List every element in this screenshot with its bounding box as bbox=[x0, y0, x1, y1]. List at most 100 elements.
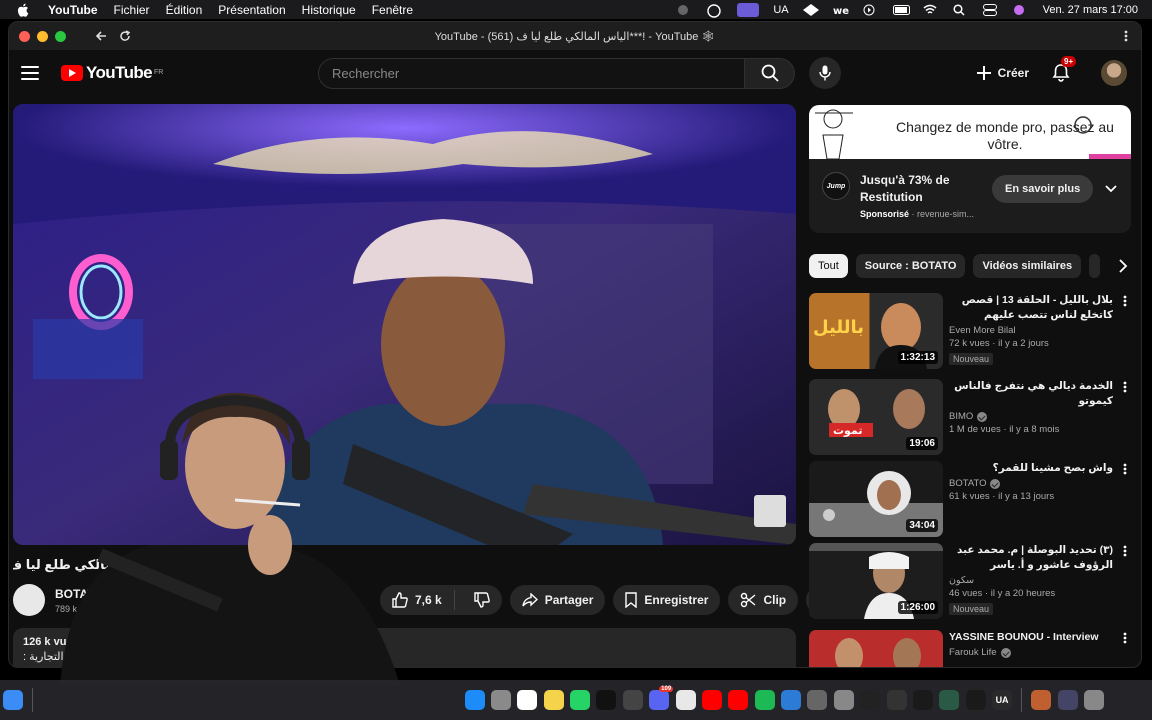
youtube-logo[interactable]: YouTube FR bbox=[61, 63, 163, 83]
siri-icon[interactable] bbox=[1013, 4, 1029, 16]
chip-similar-videos[interactable]: Vidéos similaires bbox=[973, 254, 1082, 278]
apple-menu-icon[interactable] bbox=[16, 3, 30, 17]
chrome-icon[interactable] bbox=[675, 690, 696, 710]
chip-all[interactable]: Tout bbox=[809, 254, 848, 278]
recommendation-channel[interactable]: BIMO bbox=[949, 411, 1113, 422]
audio-waves-icon[interactable] bbox=[886, 690, 907, 710]
recommendation-title[interactable]: واش بصح مشينا للقمر؟ bbox=[949, 461, 1113, 476]
recommendation-channel[interactable]: Farouk Life bbox=[949, 647, 1113, 658]
minimize-window-button[interactable] bbox=[37, 30, 48, 42]
input-source-label[interactable]: UA bbox=[773, 4, 788, 16]
hamburger-menu-icon[interactable] bbox=[21, 66, 39, 80]
ad-cta-button[interactable]: En savoir plus bbox=[992, 175, 1094, 203]
recommendation-channel[interactable]: BOTATO bbox=[949, 478, 1113, 489]
video-thumbnail[interactable]: تموت 19:06 bbox=[809, 379, 943, 455]
close-window-button[interactable] bbox=[19, 30, 30, 42]
chevron-down-icon[interactable] bbox=[1105, 182, 1117, 194]
whatsapp-icon[interactable] bbox=[570, 690, 591, 710]
terminal-icon[interactable] bbox=[965, 690, 986, 710]
battery-icon[interactable] bbox=[892, 4, 910, 16]
recommendation-title[interactable]: الخدمة ديالي هي نتفرج فالناس كيموتو bbox=[949, 379, 1113, 409]
clip-button[interactable]: Clip bbox=[728, 585, 799, 615]
menu-view[interactable]: Présentation bbox=[210, 3, 293, 17]
nvim-icon[interactable] bbox=[939, 690, 960, 710]
tiktok-icon[interactable] bbox=[596, 690, 617, 710]
more-options-icon[interactable] bbox=[1119, 461, 1131, 477]
menu-file[interactable]: Fichier bbox=[106, 3, 158, 17]
recommendation-item[interactable]: بالليل 1:32:13 بلال بالليل - الحلقة 13 |… bbox=[809, 293, 1139, 373]
recommendation-item[interactable]: تموت 19:06 الخدمة ديالي هي نتفرج فالناس … bbox=[809, 379, 1139, 459]
chips-next-button[interactable] bbox=[1116, 254, 1132, 278]
dislike-button[interactable] bbox=[462, 592, 502, 608]
finder-icon[interactable] bbox=[3, 690, 24, 710]
menu-history[interactable]: Historique bbox=[294, 3, 364, 17]
recommendation-item[interactable]: 1:26:00 (٣) تحديد البوصلة | م. محمد عبد … bbox=[809, 543, 1139, 623]
voice-search-button[interactable] bbox=[809, 57, 841, 89]
settings-icon[interactable] bbox=[490, 690, 511, 710]
back-arrow-icon[interactable] bbox=[92, 27, 110, 45]
browser-menu-icon[interactable] bbox=[1119, 28, 1133, 44]
downloads-icon[interactable] bbox=[1057, 690, 1078, 710]
youtube-music-icon[interactable] bbox=[728, 690, 749, 710]
recommendation-channel[interactable]: سكون bbox=[949, 575, 1113, 586]
video-thumbnail[interactable] bbox=[809, 630, 943, 667]
zoom-window-button[interactable] bbox=[55, 30, 66, 42]
more-options-icon[interactable] bbox=[1119, 630, 1131, 646]
chip-source-botato[interactable]: Source : BOTATO bbox=[855, 254, 966, 278]
wifi-icon[interactable] bbox=[923, 4, 939, 16]
recommendation-item[interactable]: 34:04 واش بصح مشينا للقمر؟ BOTATO 61 k v… bbox=[809, 461, 1139, 541]
notifications-button[interactable]: 9+ bbox=[1051, 56, 1077, 83]
input-source-icon[interactable]: UA bbox=[992, 690, 1013, 710]
recommendation-channel[interactable]: Even More Bilal bbox=[949, 325, 1113, 336]
dribbble-icon[interactable] bbox=[707, 3, 723, 18]
wechat-icon[interactable]: we bbox=[833, 4, 849, 17]
vpn-icon[interactable] bbox=[802, 3, 819, 16]
more-options-icon[interactable] bbox=[1119, 543, 1131, 559]
menu-window[interactable]: Fenêtre bbox=[364, 3, 421, 17]
discord-icon[interactable]: 109 bbox=[649, 686, 674, 710]
screen-share-icon[interactable] bbox=[737, 2, 760, 17]
recommendation-title[interactable]: YASSINE BOUNOU - Interview bbox=[949, 630, 1113, 645]
scanner-icon[interactable] bbox=[860, 690, 881, 710]
reload-icon[interactable] bbox=[116, 27, 134, 45]
recommendation-item[interactable]: YASSINE BOUNOU - Interview Farouk Life bbox=[809, 630, 1139, 667]
screenshot-tool-icon[interactable] bbox=[807, 690, 828, 710]
search-button[interactable] bbox=[745, 57, 795, 89]
spotlight-search-icon[interactable] bbox=[953, 3, 969, 16]
control-center-icon[interactable] bbox=[982, 3, 999, 16]
messenger-icon[interactable] bbox=[622, 690, 643, 710]
account-avatar[interactable] bbox=[1101, 60, 1127, 86]
video-thumbnail[interactable]: بالليل 1:32:13 bbox=[809, 293, 943, 369]
recommendation-title[interactable]: (٣) تحديد البوصلة | م. محمد عبد الرؤوف ع… bbox=[949, 543, 1113, 573]
recommendation-title[interactable]: بلال بالليل - الحلقة 13 | قصص كاتخلع لنا… bbox=[949, 293, 1113, 323]
search-input[interactable]: Rechercher bbox=[318, 57, 745, 89]
record-status-icon[interactable] bbox=[677, 4, 693, 16]
save-button[interactable]: Enregistrer bbox=[613, 585, 721, 615]
menu-edit[interactable]: Édition bbox=[158, 3, 211, 17]
more-options-icon[interactable] bbox=[1119, 293, 1131, 309]
more-options-icon[interactable] bbox=[1119, 379, 1131, 395]
menu-app-name[interactable]: YouTube bbox=[40, 3, 106, 17]
menu-clock[interactable]: Ven. 27 mars 17:00 bbox=[1043, 4, 1138, 16]
notes-icon[interactable] bbox=[543, 690, 564, 710]
ad-title[interactable]: Jusqu'à 73% de Restitution bbox=[860, 172, 980, 206]
share-button[interactable]: Partager bbox=[509, 585, 606, 615]
video-thumbnail[interactable]: 1:26:00 bbox=[809, 543, 943, 619]
spotify-icon[interactable] bbox=[754, 690, 775, 710]
youtube-app-icon[interactable] bbox=[701, 690, 722, 710]
video-thumbnail[interactable]: 34:04 bbox=[809, 461, 943, 537]
create-button[interactable]: Créer bbox=[976, 65, 1029, 81]
chip-next-partial[interactable] bbox=[1089, 254, 1100, 278]
affinity-icon[interactable] bbox=[781, 690, 802, 710]
ad-banner[interactable]: Changez de monde pro, passez au vôtre. bbox=[809, 105, 1131, 159]
wechat-app-icon[interactable] bbox=[517, 690, 538, 710]
channel-watermark[interactable] bbox=[754, 495, 786, 527]
ad-brand-logo[interactable]: Jump bbox=[822, 172, 850, 200]
photos-icon[interactable] bbox=[1031, 690, 1052, 710]
trash-icon[interactable] bbox=[1084, 690, 1105, 710]
play-status-icon[interactable] bbox=[863, 4, 879, 16]
vectornator-icon[interactable] bbox=[912, 690, 933, 710]
sponsored-ad-card[interactable]: Changez de monde pro, passez au vôtre. J… bbox=[809, 105, 1131, 233]
app-store-icon[interactable] bbox=[464, 690, 485, 710]
app-generic-icon[interactable] bbox=[833, 690, 854, 710]
